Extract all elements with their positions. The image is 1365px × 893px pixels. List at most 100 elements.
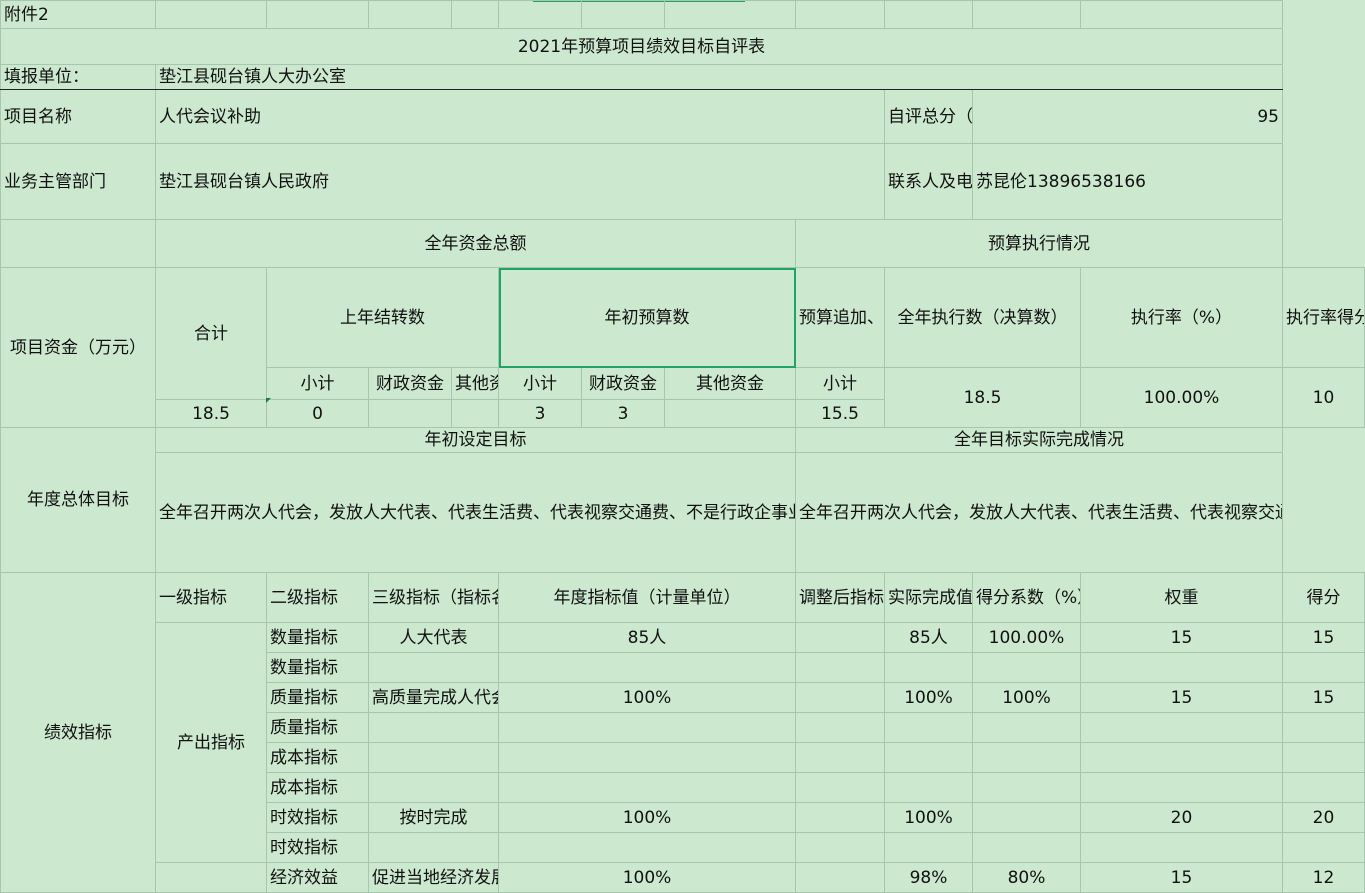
row-coef[interactable] (972, 712, 1081, 743)
row-coef[interactable]: 100% (972, 682, 1081, 713)
carry-other-label[interactable]: 其他资金 (451, 367, 499, 400)
row-l2[interactable]: 经济效益 (266, 862, 369, 893)
funds-total-label[interactable]: 合计 (155, 267, 267, 400)
row-score[interactable] (1282, 742, 1365, 773)
row-coef[interactable] (972, 832, 1081, 863)
row-target[interactable] (498, 832, 796, 863)
goal-actual-text[interactable]: 全年召开两次人代会，发放人大代表、代表生活费、代表视察交通费、不是行政企事业单位… (795, 452, 1283, 573)
level1-output[interactable]: 产出指标 (155, 622, 267, 863)
row-score[interactable]: 12 (1282, 862, 1365, 893)
perf-header-score[interactable]: 得分 (1282, 572, 1365, 623)
row-adjusted[interactable] (795, 832, 885, 863)
init-subtotal-value[interactable]: 3 (498, 399, 582, 428)
row-adjusted[interactable] (795, 862, 885, 893)
exec-rate-value[interactable]: 100.00% (1080, 367, 1283, 428)
row-weight[interactable]: 20 (1080, 802, 1283, 833)
row-score[interactable] (1282, 652, 1365, 683)
row-l2[interactable]: 质量指标 (266, 712, 369, 743)
row-l2[interactable]: 时效指标 (266, 832, 369, 863)
perf-header-target[interactable]: 年度指标值（计量单位） (498, 572, 796, 623)
cell[interactable] (155, 0, 267, 29)
project-name-label[interactable]: 项目名称 (0, 89, 156, 144)
carry-subtotal-value[interactable]: 0 (266, 399, 369, 428)
init-subtotal-label[interactable]: 小计 (498, 367, 582, 400)
row-adjusted[interactable] (795, 682, 885, 713)
row-adjusted[interactable] (795, 712, 885, 743)
row-adjusted[interactable] (795, 772, 885, 803)
funds-carry-label[interactable]: 上年结转数 (266, 267, 499, 368)
row-target[interactable]: 100% (498, 862, 796, 893)
row-l3[interactable]: 高质量完成人代会 (368, 682, 499, 713)
goal-planned-text[interactable]: 全年召开两次人代会，发放人大代表、代表生活费、代表视察交通费、不是行政企事业单位… (155, 452, 796, 573)
row-coef[interactable] (972, 652, 1081, 683)
init-fiscal-value[interactable]: 3 (581, 399, 665, 428)
perf-header-l3[interactable]: 三级指标（指标名称） (368, 572, 499, 623)
perf-header-coef[interactable]: 得分系数（%） (972, 572, 1081, 623)
row-target[interactable]: 85人 (498, 622, 796, 653)
row-target[interactable] (498, 652, 796, 683)
goal-row-label[interactable]: 年度总体目标 (0, 427, 156, 573)
row-adjusted[interactable] (795, 652, 885, 683)
funds-total-header[interactable]: 全年资金总额 (155, 219, 796, 268)
row-l3[interactable]: 人大代表 (368, 622, 499, 653)
funds-row-label[interactable]: 项目资金（万元） (0, 267, 156, 428)
unit-label[interactable]: 填报单位： (0, 64, 156, 90)
perf-header-adjusted[interactable]: 调整后指标值（未调整不填 (795, 572, 885, 623)
row-coef[interactable] (972, 742, 1081, 773)
row-l3[interactable] (368, 772, 499, 803)
contact-value[interactable]: 苏昆伦13896538166 (972, 143, 1283, 220)
init-fiscal-label[interactable]: 财政资金 (581, 367, 665, 400)
project-name-value[interactable]: 人代会议补助 (155, 89, 885, 144)
row-coef[interactable]: 80% (972, 862, 1081, 893)
carry-other-value[interactable] (451, 399, 499, 428)
row-actual[interactable] (884, 772, 973, 803)
row-adjusted[interactable] (795, 802, 885, 833)
init-other-value[interactable] (664, 399, 796, 428)
cell[interactable] (972, 0, 1081, 29)
cell-attachment[interactable]: 附件2 (0, 0, 156, 29)
row-target[interactable]: 100% (498, 682, 796, 713)
row-weight[interactable] (1080, 832, 1283, 863)
row-score[interactable]: 20 (1282, 802, 1365, 833)
row-l3[interactable] (368, 742, 499, 773)
row-score[interactable]: 15 (1282, 682, 1365, 713)
row-actual[interactable] (884, 712, 973, 743)
carry-fiscal-label[interactable]: 财政资金 (368, 367, 452, 400)
cell[interactable] (368, 0, 452, 29)
cell[interactable] (266, 0, 369, 29)
exec-count-value[interactable]: 18.5 (884, 367, 1081, 428)
row-weight[interactable] (1080, 712, 1283, 743)
exec-score-value[interactable]: 10 (1282, 367, 1365, 428)
row-score[interactable] (1282, 772, 1365, 803)
cell[interactable] (884, 0, 973, 29)
goal-planned-header[interactable]: 年初设定目标 (155, 427, 796, 453)
funds-adjust-label[interactable]: 预算追加、追减(以“-”表示）金额 (795, 267, 885, 368)
cell[interactable] (498, 0, 582, 29)
row-score[interactable] (1282, 712, 1365, 743)
row-actual[interactable]: 100% (884, 682, 973, 713)
row-actual[interactable] (884, 832, 973, 863)
self-score-label[interactable]: 自评总分（分） (884, 89, 973, 144)
row-target[interactable]: 100% (498, 802, 796, 833)
perf-header-weight[interactable]: 权重 (1080, 572, 1283, 623)
row-l3[interactable] (368, 652, 499, 683)
row-weight[interactable]: 15 (1080, 682, 1283, 713)
row-weight[interactable]: 15 (1080, 622, 1283, 653)
adjust-subtotal-value[interactable]: 15.5 (795, 399, 885, 428)
row-actual[interactable]: 85人 (884, 622, 973, 653)
perf-row-label[interactable]: 绩效指标 (0, 572, 156, 893)
funds-exec-header[interactable]: 预算执行情况 (795, 219, 1283, 268)
self-score-value[interactable]: 95 (972, 89, 1283, 144)
row-coef[interactable] (972, 772, 1081, 803)
funds-exec-score-label[interactable]: 执行率得分（10分） (1282, 267, 1365, 368)
cell[interactable] (0, 219, 156, 268)
dept-value[interactable]: 垫江县砚台镇人民政府 (155, 143, 885, 220)
row-l2[interactable]: 质量指标 (266, 682, 369, 713)
row-weight[interactable] (1080, 652, 1283, 683)
cell[interactable] (451, 0, 499, 29)
adjust-subtotal-label[interactable]: 小计 (795, 367, 885, 400)
row-score[interactable]: 15 (1282, 622, 1365, 653)
row-coef[interactable] (972, 802, 1081, 833)
carry-fiscal-value[interactable] (368, 399, 452, 428)
cell[interactable] (581, 0, 665, 29)
